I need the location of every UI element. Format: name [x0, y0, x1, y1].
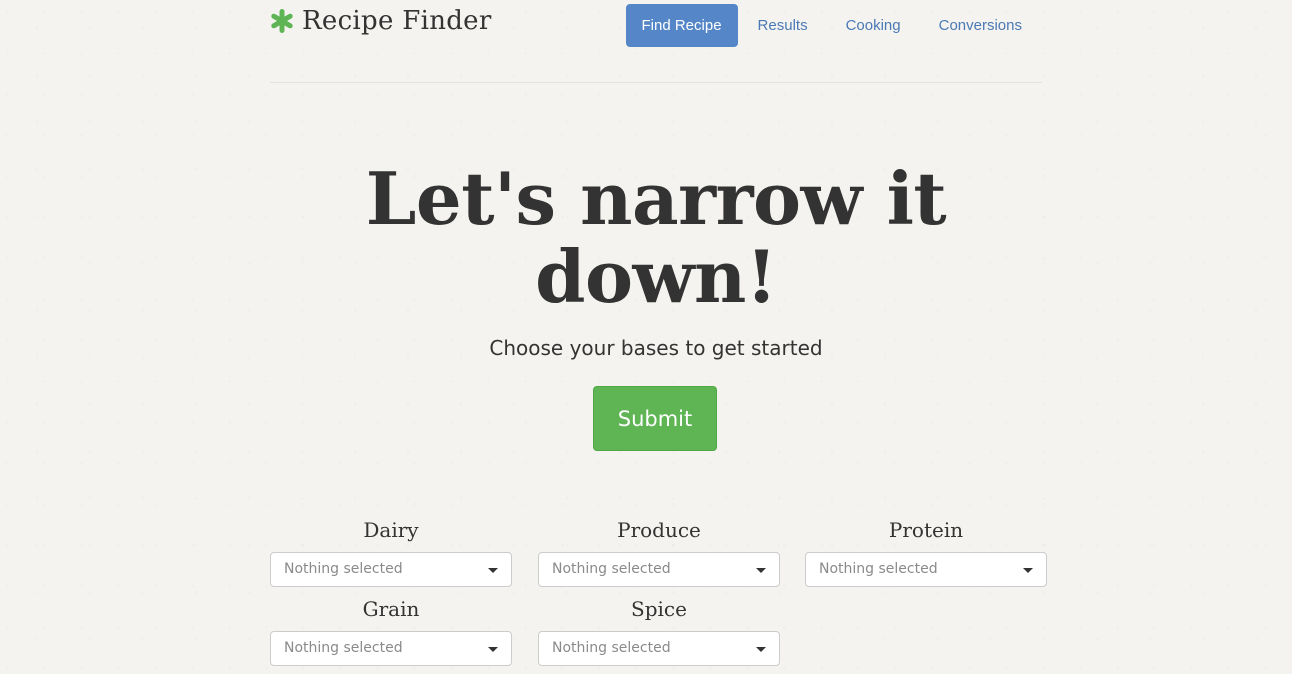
- filter-label-spice: Spice: [631, 597, 687, 621]
- main-nav: Find Recipe Results Cooking Conversions: [624, 4, 1041, 47]
- filter-dairy: Dairy Nothing selected: [270, 517, 512, 587]
- asterisk-icon: [270, 9, 294, 33]
- filter-label-grain: Grain: [362, 597, 420, 621]
- brand[interactable]: Recipe Finder: [270, 6, 492, 36]
- nav-results[interactable]: Results: [740, 4, 826, 47]
- dairy-select[interactable]: Nothing selected: [270, 552, 512, 587]
- produce-select-value: Nothing selected: [552, 561, 671, 577]
- caret-down-icon: [488, 568, 498, 573]
- caret-down-icon: [1023, 568, 1033, 573]
- page-container: Recipe Finder Find Recipe Results Cookin…: [270, 0, 1047, 674]
- filter-protein: Protein Nothing selected: [805, 517, 1047, 587]
- submit-button[interactable]: Submit: [593, 386, 717, 451]
- header-divider: [270, 82, 1042, 83]
- filter-label-dairy: Dairy: [363, 518, 419, 542]
- filter-spice: Spice Nothing selected: [538, 596, 780, 666]
- brand-title: Recipe Finder: [302, 6, 492, 36]
- protein-select-value: Nothing selected: [819, 561, 938, 577]
- caret-down-icon: [756, 568, 766, 573]
- protein-select[interactable]: Nothing selected: [805, 552, 1047, 587]
- nav-conversions[interactable]: Conversions: [921, 4, 1040, 47]
- filter-grain: Grain Nothing selected: [270, 596, 512, 666]
- grain-select-value: Nothing selected: [284, 640, 403, 656]
- produce-select[interactable]: Nothing selected: [538, 552, 780, 587]
- spice-select-value: Nothing selected: [552, 640, 671, 656]
- caret-down-icon: [756, 647, 766, 652]
- dairy-select-value: Nothing selected: [284, 561, 403, 577]
- spice-select[interactable]: Nothing selected: [538, 631, 780, 666]
- filter-label-protein: Protein: [888, 518, 964, 542]
- nav-cooking[interactable]: Cooking: [828, 4, 919, 47]
- filter-label-produce: Produce: [617, 518, 701, 542]
- filter-produce: Produce Nothing selected: [538, 517, 780, 587]
- nav-find-recipe[interactable]: Find Recipe: [625, 4, 738, 47]
- grain-select[interactable]: Nothing selected: [270, 631, 512, 666]
- page-subtitle: Choose your bases to get started: [489, 336, 823, 360]
- page-title: Let's narrow it down!: [365, 156, 947, 319]
- caret-down-icon: [488, 647, 498, 652]
